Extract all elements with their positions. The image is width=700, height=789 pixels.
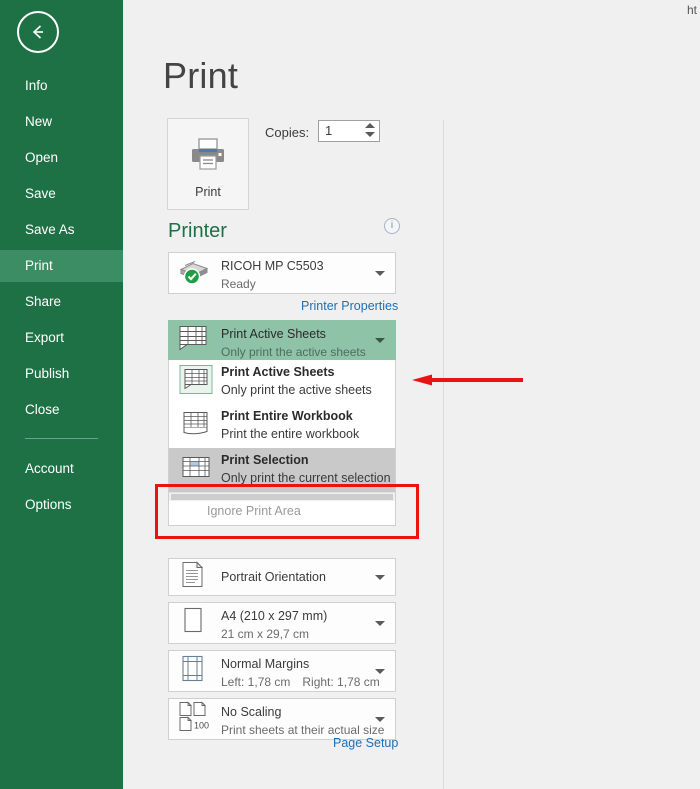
dropdown-option-subtitle: Print the entire workbook — [221, 427, 360, 441]
print-what-subtitle: Only print the active sheets — [221, 345, 366, 359]
sidebar-item-new[interactable]: New — [0, 106, 123, 138]
dropdown-option-print-entire-workbook[interactable]: Print Entire Workbook Print the entire w… — [169, 404, 395, 448]
ignore-print-area-label: Ignore Print Area — [207, 504, 301, 518]
corner-text: ht — [686, 3, 697, 17]
orientation-title: Portrait Orientation — [221, 570, 326, 584]
printer-properties-link[interactable]: Printer Properties — [301, 299, 398, 313]
print-pane: Print Print Copies: 1 Printer i RICOH MP… — [123, 0, 443, 789]
scaling-select[interactable]: 100 No Scaling Print sheets at their act… — [168, 698, 396, 740]
sidebar-item-info[interactable]: Info — [0, 70, 123, 102]
dropdown-option-subtitle: Only print the current selection — [221, 471, 391, 485]
sidebar-item-label: Publish — [25, 366, 70, 381]
sidebar-item-export[interactable]: Export — [0, 322, 123, 354]
margins-icon — [177, 654, 207, 689]
dropdown-option-title: Print Active Sheets — [221, 365, 335, 379]
sidebar-item-label: Save — [25, 186, 56, 201]
print-what-title: Print Active Sheets — [221, 327, 326, 341]
scaling-icon: 100 — [177, 701, 211, 738]
sidebar-item-publish[interactable]: Publish — [0, 358, 123, 390]
sidebar-item-account[interactable]: Account — [0, 453, 123, 485]
copies-input[interactable]: 1 — [318, 120, 380, 142]
scaling-title: No Scaling — [221, 705, 282, 719]
sidebar-item-label: Export — [25, 330, 65, 345]
info-icon[interactable]: i — [384, 218, 400, 234]
printer-icon — [189, 137, 227, 176]
sidebar-item-label: Save As — [25, 222, 75, 237]
sidebar-item-label: Open — [25, 150, 59, 165]
chevron-down-icon[interactable] — [375, 717, 385, 722]
sidebar-item-open[interactable]: Open — [0, 142, 123, 174]
print-button-label: Print — [195, 185, 221, 199]
backstage-sidebar: Info New Open Save Save As Print Share E… — [0, 0, 123, 789]
portrait-page-icon — [177, 560, 207, 595]
sidebar-item-label: Share — [25, 294, 62, 309]
sidebar-item-label: Account — [25, 461, 74, 476]
sheet-grid-icon — [179, 365, 213, 400]
sidebar-nav: Info New Open Save Save As Print Share E… — [0, 70, 123, 525]
sidebar-item-label: Print — [25, 258, 53, 273]
dropdown-option-subtitle: Only print the active sheets — [221, 383, 372, 397]
printer-section-heading: Printer — [168, 220, 227, 242]
preview-divider — [443, 120, 444, 789]
printer-select[interactable]: RICOH MP C5503 Ready — [168, 252, 396, 294]
sidebar-item-label: Close — [25, 402, 60, 417]
chevron-down-icon[interactable] — [375, 338, 385, 343]
dropdown-scrollbar[interactable] — [169, 492, 395, 501]
sidebar-divider — [25, 438, 98, 439]
sidebar-item-options[interactable]: Options — [0, 489, 123, 521]
back-button[interactable] — [17, 11, 59, 53]
chevron-down-icon[interactable] — [375, 575, 385, 580]
sidebar-item-label: Options — [25, 497, 72, 512]
paper-size-select[interactable]: A4 (210 x 297 mm) 21 cm x 29,7 cm — [168, 602, 396, 644]
copies-value: 1 — [325, 123, 333, 138]
orientation-select[interactable]: Portrait Orientation — [168, 558, 396, 596]
page-setup-link[interactable]: Page Setup — [333, 736, 398, 750]
workbook-grid-icon — [179, 409, 213, 444]
paper-size-title: A4 (210 x 297 mm) — [221, 609, 328, 623]
paper-size-subtitle: 21 cm x 29,7 cm — [221, 627, 310, 641]
printer-name: RICOH MP C5503 — [221, 259, 324, 273]
sidebar-item-label: New — [25, 114, 53, 129]
chevron-down-icon[interactable] — [375, 621, 385, 626]
page-title: Print — [163, 55, 239, 96]
copies-stepper[interactable] — [364, 123, 375, 140]
sidebar-item-save-as[interactable]: Save As — [0, 214, 123, 246]
margins-subtitle: Left: 1,78 cm Right: 1,78 cm — [221, 675, 380, 689]
selection-grid-icon — [179, 453, 213, 488]
sidebar-item-close[interactable]: Close — [0, 394, 123, 426]
ignore-print-area-option[interactable]: Ignore Print Area — [169, 501, 395, 525]
margins-left: Left: 1,78 cm — [221, 675, 291, 689]
sidebar-item-print[interactable]: Print — [0, 250, 123, 282]
stepper-down-icon[interactable] — [364, 132, 375, 137]
print-button[interactable]: Print — [167, 118, 249, 210]
print-what-select[interactable]: Print Active Sheets Only print the activ… — [168, 320, 396, 360]
margins-right: Right: 1,78 cm — [302, 675, 380, 689]
back-arrow-icon — [32, 25, 43, 39]
scaling-subtitle: Print sheets at their actual size — [221, 723, 385, 737]
copies-label: Copies: — [265, 125, 310, 140]
dropdown-option-print-active-sheets[interactable]: Print Active Sheets Only print the activ… — [169, 360, 395, 404]
stepper-up-icon[interactable] — [364, 123, 375, 128]
sheet-grid-icon — [177, 324, 211, 357]
sidebar-item-save[interactable]: Save — [0, 178, 123, 210]
printer-status: Ready — [221, 277, 256, 291]
dropdown-option-title: Print Selection — [221, 453, 309, 467]
print-what-dropdown: Print Active Sheets Only print the activ… — [168, 360, 396, 526]
printer-status-icon — [177, 257, 213, 290]
scrollbar-thumb[interactable] — [171, 494, 393, 500]
sidebar-item-share[interactable]: Share — [0, 286, 123, 318]
dropdown-option-title: Print Entire Workbook — [221, 409, 353, 423]
paper-sheet-icon — [177, 606, 207, 641]
chevron-down-icon[interactable] — [375, 669, 385, 674]
sidebar-item-label: Info — [25, 78, 48, 93]
margins-select[interactable]: Normal Margins Left: 1,78 cm Right: 1,78 … — [168, 650, 396, 692]
dropdown-option-print-selection[interactable]: Print Selection Only print the current s… — [169, 448, 395, 492]
chevron-down-icon[interactable] — [375, 271, 385, 276]
svg-text:100: 100 — [194, 721, 209, 731]
margins-title: Normal Margins — [221, 657, 310, 671]
